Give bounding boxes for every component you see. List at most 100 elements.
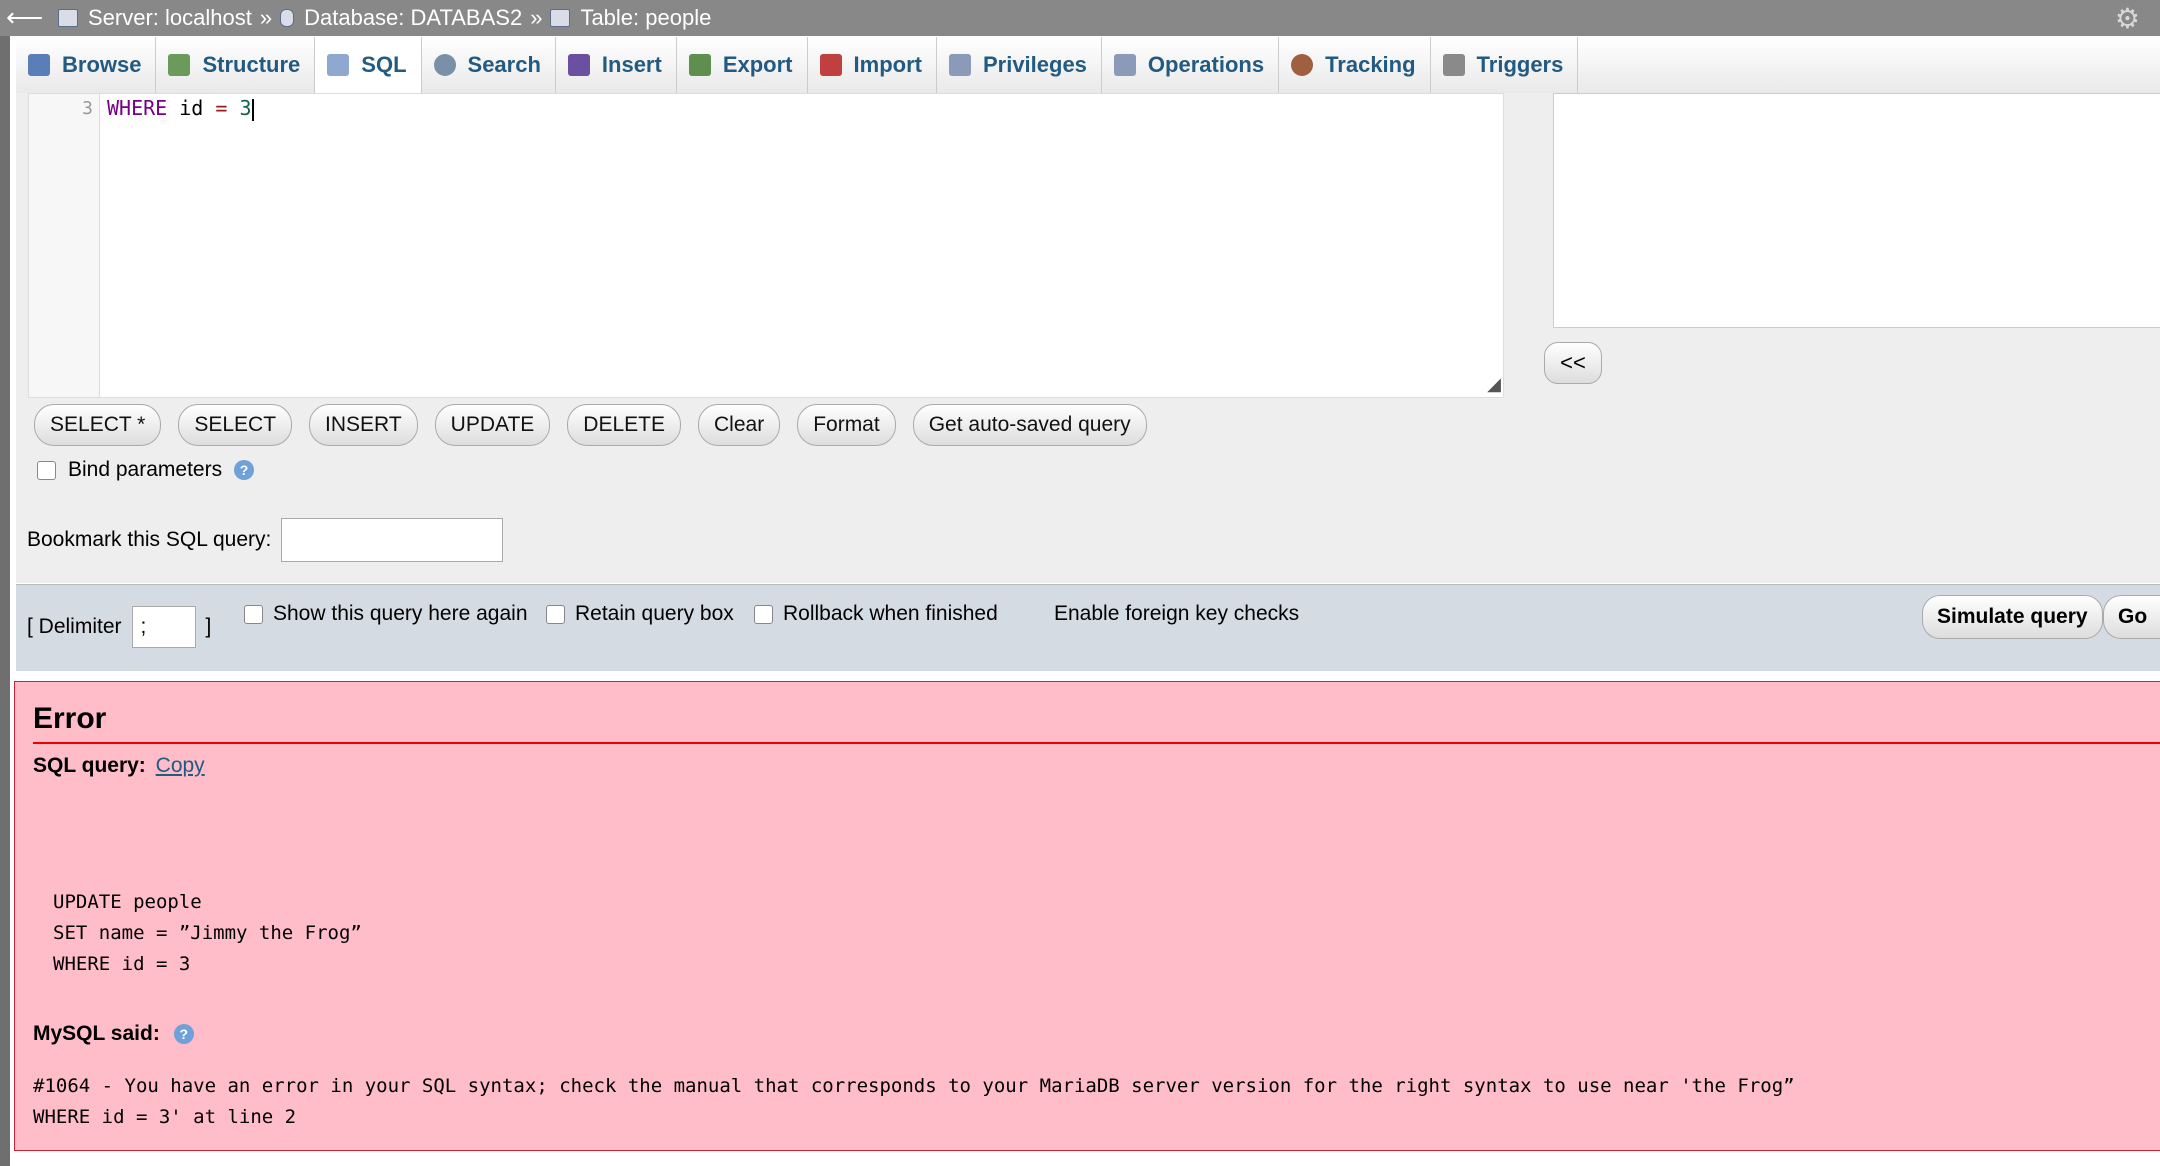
tab-structure[interactable]: Structure (156, 37, 316, 93)
query-line: UPDATE people (53, 891, 202, 913)
delimiter-group: [ Delimiter ; ] (27, 606, 211, 648)
tab-triggers[interactable]: Triggers (1431, 37, 1579, 93)
rollback-option[interactable]: Rollback when finished (754, 602, 998, 626)
bind-parameters-row: Bind parameters ? (37, 458, 255, 482)
select-button[interactable]: SELECT (178, 404, 293, 446)
bookmark-input[interactable] (281, 518, 504, 562)
tab-label: Import (853, 52, 922, 77)
tab-label: Search (467, 52, 541, 77)
sql-icon (327, 54, 350, 76)
go-button[interactable]: Go (2103, 595, 2160, 639)
sql-operator: = (215, 96, 228, 120)
clear-button[interactable]: Clear (698, 404, 781, 446)
rollback-checkbox[interactable] (754, 604, 773, 624)
columns-list[interactable] (1553, 93, 2160, 328)
bind-parameters-checkbox[interactable] (37, 460, 56, 480)
bookmark-label: Bookmark this SQL query: (27, 528, 272, 551)
delimiter-label: [ Delimiter (27, 615, 122, 638)
tab-label: Export (722, 52, 793, 77)
error-line: #1064 - You have an error in your SQL sy… (33, 1075, 1795, 1097)
fk-checks-option[interactable]: Enable foreign key checks (1054, 602, 1299, 626)
bind-parameters-label: Bind parameters (68, 458, 223, 481)
select-all-button[interactable]: SELECT * (34, 404, 162, 446)
export-icon (688, 54, 711, 76)
sql-keyword: WHERE (107, 96, 168, 120)
operations-icon (1113, 54, 1136, 76)
query-line: WHERE id = 3 (53, 953, 191, 975)
breadcrumb-server[interactable]: Server: localhost (88, 5, 252, 31)
fk-checks-label: Enable foreign key checks (1054, 602, 1300, 625)
insert-icon (567, 54, 590, 76)
bookmark-row: Bookmark this SQL query: (27, 518, 504, 562)
browse-icon (28, 54, 50, 76)
tab-label: Triggers (1476, 52, 1564, 77)
search-icon (433, 54, 456, 76)
triggers-icon (1442, 54, 1465, 76)
text-cursor (251, 98, 254, 121)
breadcrumb-separator: » (530, 5, 543, 30)
line-gutter: 3 (29, 94, 100, 397)
delimiter-input[interactable]: ; (131, 606, 196, 648)
line-number: 3 (82, 98, 93, 119)
retain-box-checkbox[interactable] (546, 604, 565, 624)
tab-import[interactable]: Import (808, 37, 937, 93)
tab-export[interactable]: Export (677, 37, 808, 93)
back-arrow-icon[interactable]: ⟵ (6, 2, 43, 33)
tab-insert[interactable]: Insert (556, 37, 677, 93)
error-detail: #1064 - You have an error in your SQL sy… (33, 1071, 1795, 1133)
tab-tracking[interactable]: Tracking (1279, 37, 1431, 93)
tab-sql[interactable]: SQL (315, 37, 422, 94)
insert-button[interactable]: INSERT (309, 404, 418, 446)
collapse-columns-button[interactable]: << (1544, 342, 1602, 384)
mysql-said-label: MySQL said: ? (33, 1022, 194, 1046)
format-button[interactable]: Format (797, 404, 896, 446)
resize-handle-icon[interactable]: ◢ (1487, 374, 1501, 395)
retain-box-label: Retain query box (575, 602, 734, 625)
show-again-option[interactable]: Show this query here again (244, 602, 528, 626)
delete-button[interactable]: DELETE (567, 404, 681, 446)
tab-label: Privileges (982, 52, 1087, 77)
sql-number: 3 (239, 96, 252, 120)
gear-icon[interactable]: ⚙ (2115, 2, 2140, 35)
help-icon[interactable]: ? (173, 1024, 194, 1044)
show-again-label: Show this query here again (273, 602, 528, 625)
show-again-checkbox[interactable] (244, 604, 263, 624)
copy-link[interactable]: Copy (156, 754, 205, 777)
tab-search[interactable]: Search (422, 37, 556, 93)
query-options-bar: [ Delimiter ; ] Show this query here aga… (16, 584, 2160, 671)
tab-operations[interactable]: Operations (1102, 37, 1280, 93)
sql-query-label-text: SQL query: (33, 754, 146, 777)
error-divider (33, 742, 2160, 744)
simulate-query-button[interactable]: Simulate query (1922, 595, 2103, 639)
sql-query-label: SQL query: Copy (33, 754, 205, 778)
database-icon (280, 9, 295, 27)
tab-privileges[interactable]: Privileges (937, 37, 1102, 93)
update-button[interactable]: UPDATE (434, 404, 551, 446)
table-icon (550, 9, 571, 27)
tab-label: Insert (601, 52, 662, 77)
privileges-icon (948, 54, 971, 76)
error-line: WHERE id = 3' at line 2 (33, 1106, 297, 1128)
rollback-label: Rollback when finished (783, 602, 998, 625)
tab-browse[interactable]: Browse (16, 37, 157, 93)
query-line: SET name = ”Jimmy the Frog” (53, 922, 362, 944)
import-icon (819, 54, 842, 76)
delimiter-close: ] (205, 615, 212, 638)
query-template-buttons: SELECT * SELECT INSERT UPDATE DELETE Cle… (34, 404, 1147, 446)
mysql-said-text: MySQL said: (33, 1022, 160, 1045)
breadcrumb-separator: » (259, 5, 273, 30)
sql-identifier: id (179, 96, 204, 120)
tracking-icon (1291, 54, 1314, 76)
tab-label: Tracking (1325, 52, 1416, 77)
sql-editor[interactable]: 3 WHERE id = 3 ◢ (28, 93, 1504, 398)
breadcrumb-database[interactable]: Database: DATABAS2 (304, 5, 522, 31)
get-auto-saved-query-button[interactable]: Get auto-saved query (912, 404, 1147, 446)
failed-sql-query: UPDATE people SET name = ”Jimmy the Frog”… (53, 887, 362, 980)
server-icon (58, 9, 78, 27)
tab-label: Structure (202, 52, 301, 77)
editor-code-line[interactable]: WHERE id = 3 (107, 96, 254, 121)
breadcrumb: ⟵ Server: localhost » Database: DATABAS2… (0, 0, 2160, 36)
help-icon[interactable]: ? (234, 460, 255, 480)
breadcrumb-table[interactable]: Table: people (580, 5, 711, 31)
retain-box-option[interactable]: Retain query box (546, 602, 734, 626)
